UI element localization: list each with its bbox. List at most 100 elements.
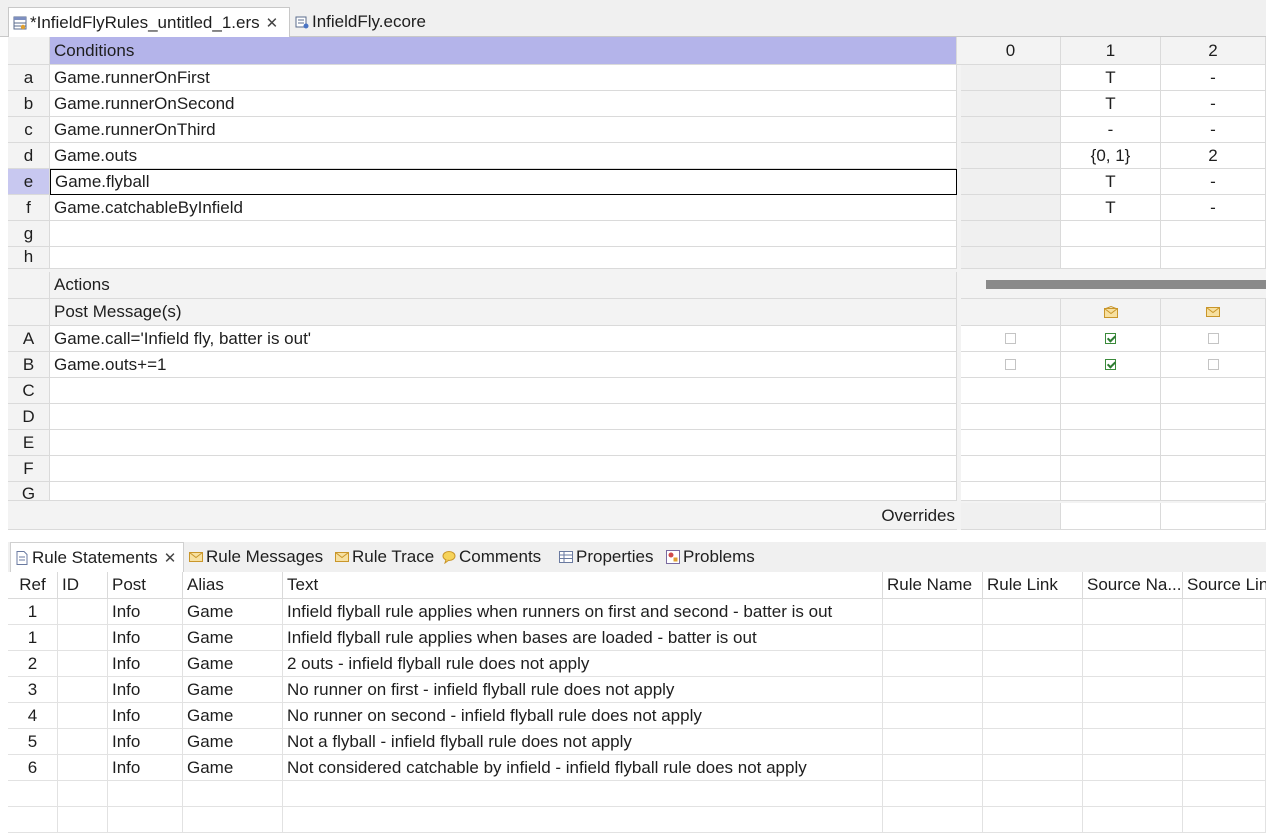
condition-expression[interactable] — [50, 221, 957, 247]
cell-post[interactable]: Info — [108, 625, 183, 651]
tab-infieldflyrules[interactable]: *InfieldFlyRules_untitled_1.ers ✕ — [8, 7, 290, 37]
condition-value[interactable]: T — [1061, 195, 1161, 221]
action-checkbox-cell[interactable] — [1061, 352, 1161, 378]
column-header-source-name[interactable]: Source Na... — [1083, 572, 1183, 599]
condition-row-id[interactable]: b — [8, 91, 50, 117]
condition-value[interactable]: - — [1161, 169, 1266, 195]
condition-value[interactable] — [961, 117, 1061, 143]
cell-text[interactable]: 2 outs - infield flyball rule does not a… — [283, 651, 883, 677]
post-messages-label[interactable]: Post Message(s) — [50, 299, 957, 326]
cell-source-name[interactable] — [1083, 703, 1183, 729]
empty-cell[interactable] — [108, 807, 183, 833]
post-message-cell[interactable] — [1161, 299, 1266, 326]
action-expression[interactable] — [50, 430, 957, 456]
condition-value[interactable] — [1061, 247, 1161, 269]
cell-id[interactable] — [58, 651, 108, 677]
cell-text[interactable]: Not a flyball - infield flyball rule doe… — [283, 729, 883, 755]
column-header-ref[interactable]: Ref — [8, 572, 58, 599]
column-header-alias[interactable]: Alias — [183, 572, 283, 599]
action-cell[interactable] — [1161, 482, 1266, 501]
condition-value[interactable]: 2 — [1161, 143, 1266, 169]
cell-alias[interactable]: Game — [183, 651, 283, 677]
cell-source-link[interactable] — [1183, 677, 1266, 703]
column-header-text[interactable]: Text — [283, 572, 883, 599]
actions-header[interactable]: Actions — [50, 272, 957, 299]
condition-value[interactable] — [961, 169, 1061, 195]
condition-row-id[interactable]: e — [8, 169, 50, 195]
empty-cell[interactable] — [1183, 781, 1266, 807]
tab-rule-trace[interactable]: Rule Trace — [335, 542, 437, 572]
action-cell[interactable] — [1061, 404, 1161, 430]
cell-post[interactable]: Info — [108, 729, 183, 755]
cell-id[interactable] — [58, 703, 108, 729]
cell-text[interactable]: Infield flyball rule applies when runner… — [283, 599, 883, 625]
condition-expression[interactable]: Game.outs — [50, 143, 957, 169]
cell-post[interactable]: Info — [108, 755, 183, 781]
condition-value[interactable] — [961, 195, 1061, 221]
checkbox-unchecked[interactable] — [1207, 359, 1219, 370]
condition-expression[interactable]: Game.runnerOnSecond — [50, 91, 957, 117]
cell-rule-name[interactable] — [883, 703, 983, 729]
cell-rule-link[interactable] — [983, 599, 1083, 625]
empty-cell[interactable] — [983, 781, 1083, 807]
cell-source-link[interactable] — [1183, 729, 1266, 755]
cell-post[interactable]: Info — [108, 651, 183, 677]
empty-cell[interactable] — [1083, 781, 1183, 807]
action-row-id[interactable]: A — [8, 326, 50, 352]
cell-source-name[interactable] — [1083, 625, 1183, 651]
action-expression[interactable]: Game.outs+=1 — [50, 352, 957, 378]
cell-id[interactable] — [58, 677, 108, 703]
column-header-rule-link[interactable]: Rule Link — [983, 572, 1083, 599]
cell-rule-link[interactable] — [983, 729, 1083, 755]
conditions-header[interactable]: Conditions — [50, 37, 957, 65]
cell-source-name[interactable] — [1083, 651, 1183, 677]
condition-value[interactable]: - — [1161, 117, 1266, 143]
cell-ref[interactable]: 1 — [8, 599, 58, 625]
empty-cell[interactable] — [8, 781, 58, 807]
cell-id[interactable] — [58, 755, 108, 781]
cell-alias[interactable]: Game — [183, 729, 283, 755]
empty-cell[interactable] — [883, 781, 983, 807]
condition-value[interactable]: - — [1161, 65, 1266, 91]
checkbox-unchecked[interactable] — [1005, 333, 1016, 344]
cell-ref[interactable]: 3 — [8, 677, 58, 703]
action-row-id[interactable]: B — [8, 352, 50, 378]
action-cell[interactable] — [1061, 456, 1161, 482]
empty-cell[interactable] — [883, 807, 983, 833]
condition-row-id[interactable]: a — [8, 65, 50, 91]
condition-value[interactable] — [1161, 221, 1266, 247]
rule-column-header[interactable]: 1 — [1061, 37, 1161, 65]
rule-column-header[interactable]: 2 — [1161, 37, 1266, 65]
cell-alias[interactable]: Game — [183, 677, 283, 703]
condition-row-id[interactable]: d — [8, 143, 50, 169]
tab-infieldfly-ecore[interactable]: InfieldFly.ecore — [293, 7, 443, 37]
empty-cell[interactable] — [283, 807, 883, 833]
action-checkbox-cell[interactable] — [1161, 326, 1266, 352]
action-cell[interactable] — [1161, 430, 1266, 456]
cell-id[interactable] — [58, 729, 108, 755]
post-message-cell[interactable] — [1061, 299, 1161, 326]
action-cell[interactable] — [961, 456, 1061, 482]
action-checkbox-cell[interactable] — [961, 352, 1061, 378]
condition-value[interactable] — [961, 143, 1061, 169]
cell-alias[interactable]: Game — [183, 755, 283, 781]
empty-cell[interactable] — [1083, 807, 1183, 833]
action-expression[interactable]: Game.call='Infield fly, batter is out' — [50, 326, 957, 352]
empty-cell[interactable] — [983, 807, 1083, 833]
action-cell[interactable] — [961, 430, 1061, 456]
cell-alias[interactable]: Game — [183, 703, 283, 729]
cell-post[interactable]: Info — [108, 703, 183, 729]
checkbox-checked[interactable] — [1105, 333, 1116, 344]
checkbox-unchecked[interactable] — [1005, 359, 1016, 370]
action-row-id[interactable]: G — [8, 482, 50, 501]
cell-source-link[interactable] — [1183, 703, 1266, 729]
empty-cell[interactable] — [108, 781, 183, 807]
cell-rule-link[interactable] — [983, 625, 1083, 651]
condition-value[interactable] — [961, 65, 1061, 91]
cell-id[interactable] — [58, 599, 108, 625]
condition-expression[interactable] — [50, 247, 957, 269]
rule-column-header[interactable]: 0 — [961, 37, 1061, 65]
cell-rule-link[interactable] — [983, 703, 1083, 729]
cell-post[interactable]: Info — [108, 677, 183, 703]
empty-cell[interactable] — [8, 807, 58, 833]
